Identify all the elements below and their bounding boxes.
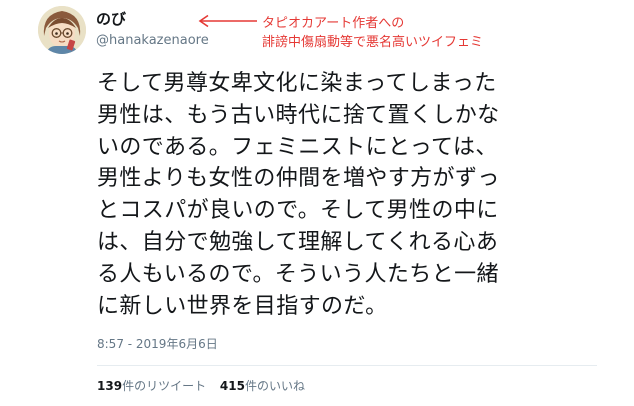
tweet-line: は、自分で勉強して理解してくれる心あ: [97, 229, 499, 255]
tweet-timestamp[interactable]: 8:57 - 2019年6月6日: [97, 336, 218, 352]
retweets-label: 件のリツイート: [122, 379, 207, 393]
tweet-line: いのである。フェミニストにとっては、: [97, 134, 498, 160]
tweet-line: 男性よりも女性の仲間を増やす方がずっ: [97, 166, 500, 192]
annotation-line: タピオカアート作者への: [262, 16, 405, 31]
likes-label: 件のいいね: [244, 379, 305, 393]
display-name[interactable]: のび: [96, 9, 126, 29]
tweet-text: そして男尊女卑文化に染まってしまった 男性は、もう古い時代に捨て置くしかな いの…: [97, 68, 627, 322]
tweet-stats: 139件のリツイート 415件のいいね: [97, 378, 315, 394]
likes-count: 415: [219, 379, 245, 393]
likes-stat[interactable]: 415件のいいね: [220, 378, 305, 394]
annotation-line: 誹謗中傷扇動等で悪名高いツイフェミ: [262, 35, 484, 50]
arrow-left-icon: [198, 14, 257, 28]
retweets-stat[interactable]: 139件のリツイート: [97, 378, 206, 394]
tweet-line: に新しい世界を目指すのだ。: [97, 293, 388, 319]
user-avatar-icon: [38, 6, 86, 54]
tweet-line: とコスパが良いので。そして男性の中に: [97, 198, 499, 224]
tweet-line: 男性は、もう古い時代に捨て置くしかな: [97, 102, 500, 128]
divider: [97, 365, 597, 366]
avatar[interactable]: [38, 6, 86, 54]
tweet-line: そして男尊女卑文化に染まってしまった: [97, 71, 497, 96]
user-handle[interactable]: @hanakazenaore: [96, 32, 209, 50]
annotation-note: タピオカアート作者への 誹謗中傷扇動等で悪名高いツイフェミ: [262, 14, 522, 52]
retweets-count: 139: [97, 379, 123, 393]
tweet-line: る人もいるので。そういう人たちと一緒: [97, 261, 499, 287]
